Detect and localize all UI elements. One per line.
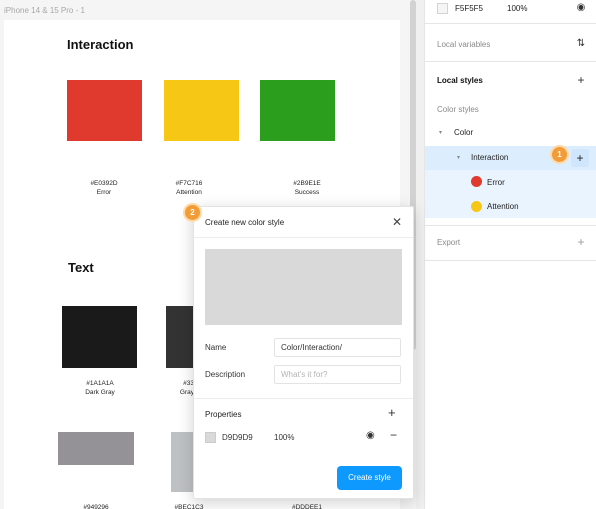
style-color-dot bbox=[471, 201, 482, 212]
fill-opacity[interactable]: 100% bbox=[507, 4, 527, 13]
swatch-name: Error bbox=[96, 189, 112, 196]
style-item-error[interactable]: Error bbox=[487, 178, 505, 187]
name-label: Name bbox=[205, 343, 227, 352]
swatch-error[interactable] bbox=[67, 80, 142, 141]
fill-swatch[interactable] bbox=[437, 3, 448, 14]
swatch-hex: #E0392D bbox=[90, 180, 118, 187]
swatch-caption-attention: #F7C716 Attention bbox=[144, 179, 234, 197]
remove-property-icon[interactable]: − bbox=[390, 428, 397, 442]
swatch-name: Dark Gray bbox=[85, 389, 115, 396]
swatch-gray-mid[interactable] bbox=[58, 432, 134, 465]
eye-icon[interactable]: ◉ bbox=[366, 430, 375, 441]
step-badge-2: 2 bbox=[185, 205, 200, 220]
divider bbox=[425, 260, 596, 261]
adjust-variables-icon[interactable]: ⇅ bbox=[574, 37, 588, 51]
create-color-style-dialog: Create new color style ✕ Name Color/Inte… bbox=[193, 206, 414, 499]
export-label: Export bbox=[437, 238, 461, 247]
interaction-group-label[interactable]: Interaction bbox=[471, 153, 508, 162]
property-color-swatch[interactable] bbox=[205, 432, 216, 443]
color-styles-label: Color styles bbox=[437, 105, 479, 114]
property-opacity[interactable]: 100% bbox=[274, 433, 294, 442]
local-styles-label: Local styles bbox=[437, 76, 483, 85]
swatch-caption-gray-lighter: #DDDEE1 bbox=[292, 504, 322, 509]
close-icon[interactable]: ✕ bbox=[392, 215, 402, 229]
style-color-dot bbox=[471, 176, 482, 187]
name-input[interactable]: Color/Interaction/ bbox=[274, 338, 401, 357]
add-style-to-group-button[interactable]: + bbox=[571, 149, 589, 167]
swatch-hex: #1A1A1A bbox=[86, 380, 114, 387]
step-badge-1: 1 bbox=[552, 147, 567, 162]
swatch-caption-gray-light: #BEC1C3 bbox=[174, 504, 204, 509]
frame-label[interactable]: iPhone 14 & 15 Pro - 1 bbox=[4, 6, 85, 15]
chevron-down-icon[interactable]: ▾ bbox=[457, 154, 460, 161]
add-property-icon[interactable]: + bbox=[388, 405, 396, 420]
description-input[interactable]: What's it for? bbox=[274, 365, 401, 384]
eye-icon[interactable]: ◉ bbox=[574, 1, 588, 15]
divider bbox=[425, 23, 596, 24]
swatch-hex: #2B9E1E bbox=[293, 180, 321, 187]
interaction-heading[interactable]: Interaction bbox=[67, 37, 133, 52]
local-variables-label[interactable]: Local variables bbox=[437, 40, 490, 49]
style-item-attention[interactable]: Attention bbox=[487, 202, 519, 211]
color-group[interactable]: Color bbox=[454, 128, 473, 137]
divider bbox=[425, 225, 596, 226]
chevron-down-icon[interactable]: ▾ bbox=[439, 129, 442, 136]
swatch-name: Attention bbox=[176, 189, 202, 196]
swatch-caption-gray-mid: #949296 bbox=[83, 504, 109, 509]
description-label: Description bbox=[205, 370, 246, 379]
swatch-name: Gray bbox=[179, 389, 194, 396]
swatch-hex: #F7C716 bbox=[175, 180, 203, 187]
text-heading[interactable]: Text bbox=[68, 260, 94, 275]
divider bbox=[194, 237, 413, 238]
add-style-icon[interactable]: + bbox=[574, 73, 588, 87]
color-preview bbox=[205, 249, 402, 325]
design-panel: F5F5F5 100% ◉ Local variables ⇅ Local st… bbox=[424, 0, 596, 509]
add-export-icon[interactable]: + bbox=[574, 235, 588, 249]
swatch-success[interactable] bbox=[260, 80, 335, 141]
property-hex[interactable]: D9D9D9 bbox=[222, 433, 253, 442]
swatch-caption-gray: #33 Gray bbox=[144, 379, 194, 397]
dialog-title: Create new color style bbox=[205, 218, 285, 227]
swatch-attention[interactable] bbox=[164, 80, 239, 141]
swatch-name: Success bbox=[294, 189, 320, 196]
properties-label: Properties bbox=[205, 410, 242, 419]
divider bbox=[194, 398, 413, 399]
divider bbox=[425, 61, 596, 62]
swatch-hex: #33 bbox=[183, 380, 194, 387]
swatch-caption-success: #2B9E1E Success bbox=[262, 179, 352, 197]
swatch-dark-gray[interactable] bbox=[62, 306, 137, 368]
swatch-caption-error: #E0392D Error bbox=[59, 179, 149, 197]
swatch-caption-dark-gray: #1A1A1A Dark Gray bbox=[55, 379, 145, 397]
create-style-button[interactable]: Create style bbox=[337, 466, 402, 490]
fill-hex[interactable]: F5F5F5 bbox=[455, 4, 483, 13]
